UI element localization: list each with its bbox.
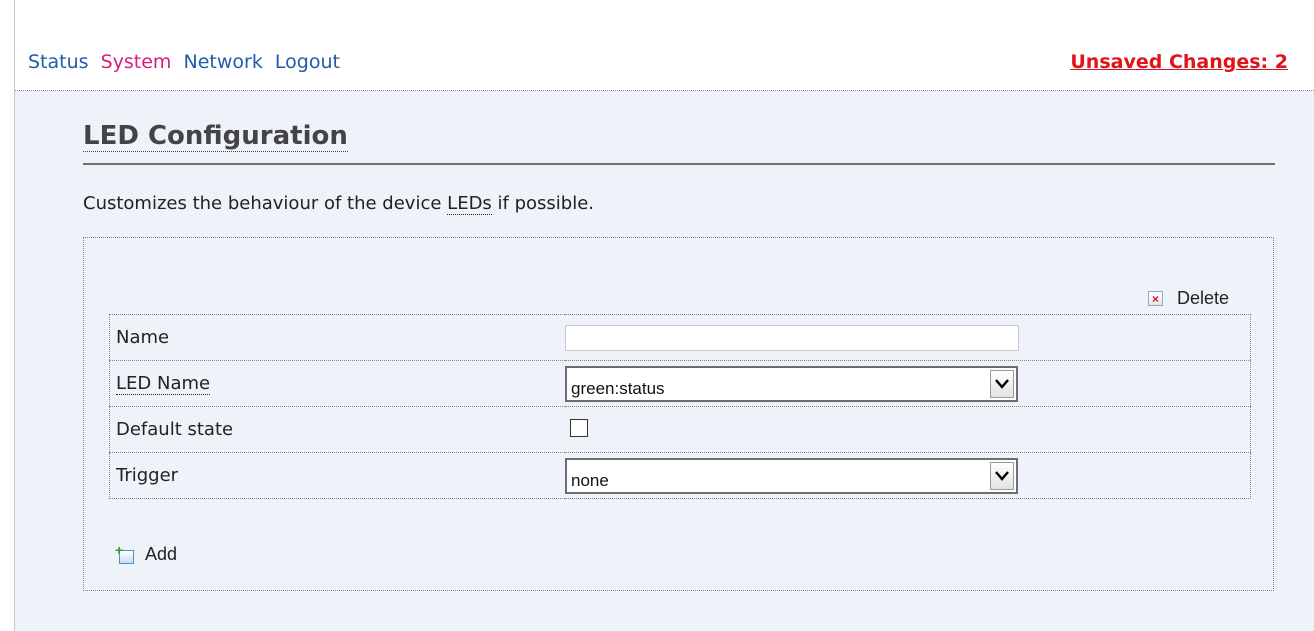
description-abbr: LEDs [447,193,492,215]
field-row-default-state: Default state [109,406,1251,453]
field-label-name: Name [116,327,170,348]
description-post: if possible. [491,193,595,214]
field-value-trigger: none [565,452,1251,499]
trigger-select[interactable]: none [565,457,1018,494]
delete-button[interactable]: × Delete [1147,288,1229,309]
led-name-label: LED Name [116,373,211,395]
main-content: LED Configuration Customizes the behavio… [15,91,1314,631]
page-title-text: LED Configuration [83,121,348,152]
nav-status[interactable]: Status [28,51,89,73]
main-nav: Status System Network Logout [28,51,346,73]
field-value-name [565,315,1251,361]
nav-system[interactable]: System [101,51,172,73]
field-label-led-name: LED Name [109,360,565,407]
top-bar: Status System Network Logout Unsaved Cha… [15,0,1314,91]
field-label-trigger: Trigger [109,452,565,499]
field-row-led-name: LED Name green:status [109,360,1251,407]
add-label: Add [145,544,178,564]
trigger-value: none [571,470,609,490]
led-section: × Delete Name LED Name green:status Defa… [83,237,1274,591]
nav-logout[interactable]: Logout [275,51,340,73]
chevron-down-icon[interactable] [990,461,1014,490]
led-name-select[interactable]: green:status [565,365,1018,402]
delete-label: Delete [1176,288,1229,308]
page-description: Customizes the behaviour of the device L… [83,193,595,215]
title-divider [83,163,1275,165]
add-button[interactable]: + Add [115,543,178,565]
field-value-led-name: green:status [565,360,1251,407]
field-row-trigger: Trigger none [109,452,1251,499]
default-state-checkbox[interactable] [570,418,588,437]
page-title: LED Configuration [83,121,348,152]
add-icon[interactable]: + [115,543,134,564]
chevron-down-icon[interactable] [990,369,1014,398]
nav-network[interactable]: Network [184,51,263,73]
field-label-default-state: Default state [109,406,565,453]
led-name-value: green:status [571,378,665,398]
name-input[interactable] [565,324,1019,351]
description-pre: Customizes the behaviour of the device [83,193,448,214]
add-icon-plus: + [115,541,124,558]
led-config-table: Name LED Name green:status Default state… [109,314,1251,499]
delete-icon[interactable]: × [1147,291,1163,306]
field-value-default-state [565,406,1251,453]
unsaved-changes-link[interactable]: Unsaved Changes: 2 [1070,51,1288,73]
field-row-name: Name [110,315,1251,361]
